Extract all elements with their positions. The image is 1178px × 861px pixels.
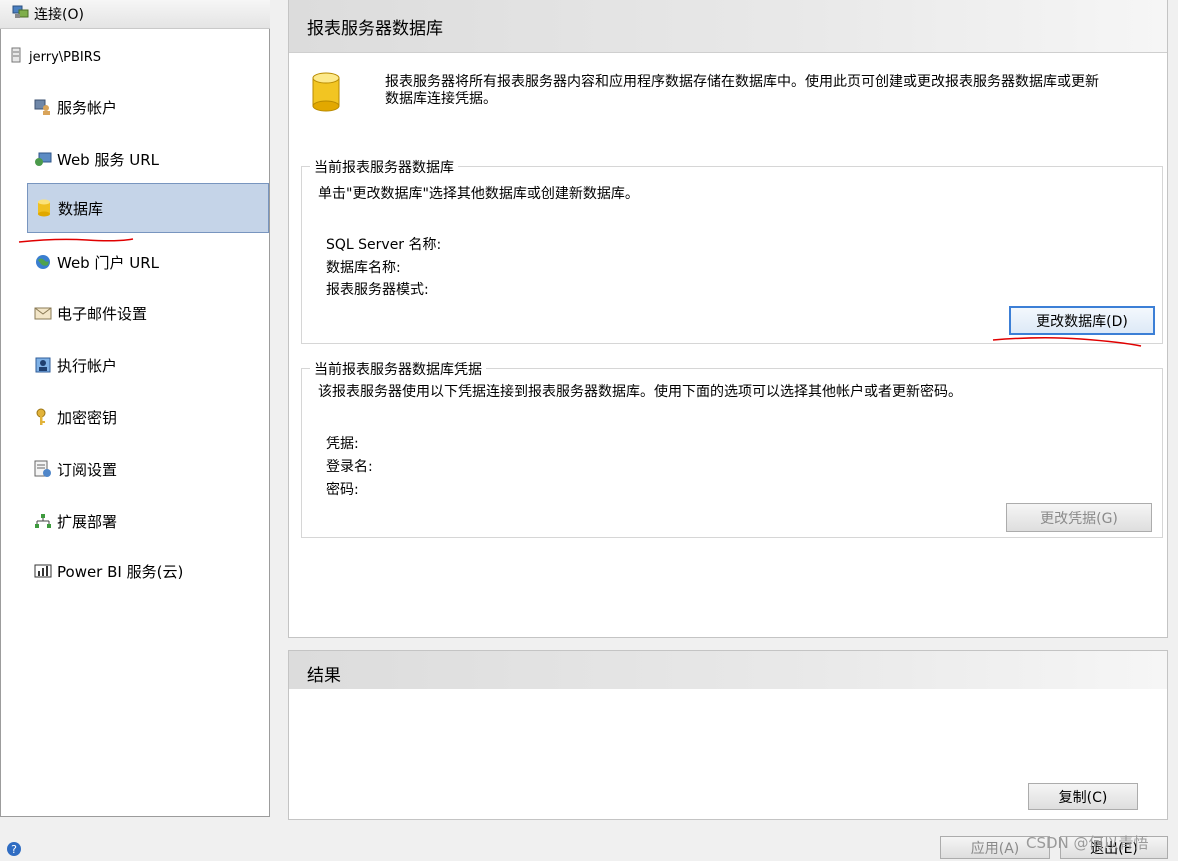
service-account-icon (33, 99, 53, 115)
server-node[interactable]: jerry\PBIRS (11, 47, 101, 67)
powerbi-icon (33, 564, 53, 578)
database-large-icon (311, 72, 341, 116)
current-credentials-description: 该报表服务器使用以下凭据连接到报表服务器数据库。使用下面的选项可以选择其他帐户或… (318, 384, 962, 400)
change-credentials-button[interactable]: 更改凭据(G) (1006, 503, 1152, 532)
connect-icon[interactable] (12, 4, 30, 24)
database-name-label: 数据库名称: (326, 260, 401, 276)
sidebar-item-service-account[interactable]: 服务帐户 (27, 82, 269, 132)
scale-out-icon (33, 513, 53, 529)
email-icon (33, 306, 53, 320)
sidebar-item-execution-account[interactable]: 执行帐户 (27, 340, 269, 390)
intro-description: 报表服务器将所有报表服务器内容和应用程序数据存储在数据库中。使用此页可创建或更改… (385, 74, 1099, 107)
sql-server-name-label: SQL Server 名称: (326, 237, 442, 253)
results-header: 结果 (289, 651, 1167, 689)
current-credentials-group: 当前报表服务器数据库凭据 该报表服务器使用以下凭据连接到报表服务器数据库。使用下… (301, 359, 1163, 538)
sidebar-item-power-bi-service[interactable]: Power BI 服务(云) (27, 546, 269, 596)
results-panel: 结果 复制(C) (288, 650, 1168, 820)
keys-icon (33, 408, 53, 426)
current-database-description: 单击"更改数据库"选择其他数据库或创建新数据库。 (318, 186, 639, 202)
sidebar: jerry\PBIRS 服务帐户 Web 服务 URL 数据库 Web 门户 U… (0, 29, 270, 817)
password-label: 密码: (326, 482, 359, 498)
database-icon (34, 199, 54, 217)
annotation-underline-button (992, 336, 1142, 347)
change-database-button[interactable]: 更改数据库(D) (1009, 306, 1155, 335)
sidebar-item-encryption-keys[interactable]: 加密密钥 (27, 392, 269, 442)
sidebar-item-subscription-settings[interactable]: 订阅设置 (27, 444, 269, 494)
connect-toolbar: 连接(O) (0, 0, 270, 29)
page-header: 报表服务器数据库 (289, 0, 1167, 53)
server-icon (11, 47, 21, 67)
svg-text:?: ? (11, 843, 17, 856)
execution-account-icon (33, 357, 53, 373)
page-title: 报表服务器数据库 (307, 19, 443, 39)
current-database-legend: 当前报表服务器数据库 (310, 157, 458, 177)
current-database-group: 当前报表服务器数据库 单击"更改数据库"选择其他数据库或创建新数据库。 SQL … (301, 157, 1163, 344)
main-panel: 报表服务器数据库 报表服务器将所有报表服务器内容和应用程序数据存储在数据库中。使… (288, 0, 1168, 638)
connect-button[interactable]: 连接(O) (34, 4, 84, 24)
results-title: 结果 (307, 666, 341, 686)
sidebar-item-scale-out-deployment[interactable]: 扩展部署 (27, 496, 269, 546)
credential-label: 凭据: (326, 436, 359, 452)
globe-icon (33, 254, 53, 270)
sidebar-item-email-settings[interactable]: 电子邮件设置 (27, 288, 269, 338)
copy-button[interactable]: 复制(C) (1028, 783, 1138, 810)
web-service-icon (33, 151, 53, 167)
watermark-text: CSDN @何以青悟 (1026, 834, 1149, 852)
subscription-icon (33, 460, 53, 478)
sidebar-item-web-service-url[interactable]: Web 服务 URL (27, 134, 269, 184)
report-server-mode-label: 报表服务器模式: (326, 282, 429, 298)
login-name-label: 登录名: (326, 459, 373, 475)
current-credentials-legend: 当前报表服务器数据库凭据 (310, 359, 486, 379)
sidebar-item-database[interactable]: 数据库 (27, 183, 269, 233)
annotation-underline (18, 238, 134, 243)
help-icon[interactable]: ? (6, 841, 22, 861)
server-name: jerry\PBIRS (29, 49, 102, 65)
